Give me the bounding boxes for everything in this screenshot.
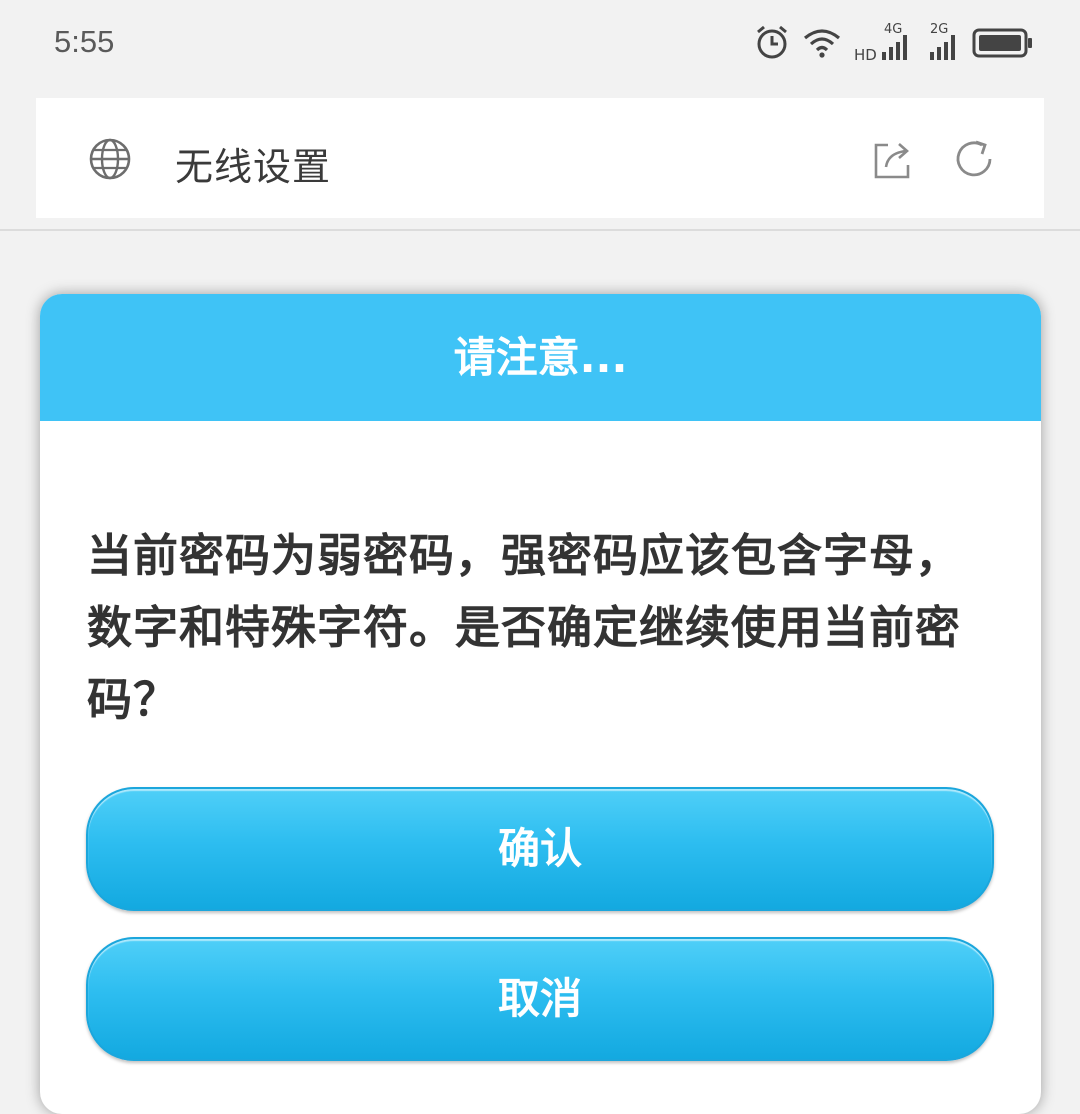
alert-dialog: 请注意... 当前密码为弱密码，强密码应该包含字母，数字和特殊字符。是否确定继续… xyxy=(40,294,1041,1114)
battery-icon xyxy=(972,28,1032,58)
share-icon[interactable] xyxy=(870,137,916,183)
status-bar: 5:55 HD 4G 2G xyxy=(0,0,1080,88)
2g-label: 2G xyxy=(930,22,948,37)
dialog-message: 当前密码为弱密码，强密码应该包含字母，数字和特殊字符。是否确定继续使用当前密码？ xyxy=(87,529,962,726)
hd-label: HD xyxy=(854,46,877,62)
page-title: 无线设置 xyxy=(175,145,332,189)
status-time: 5:55 xyxy=(54,24,115,59)
dialog-header: 请注意... xyxy=(40,294,1041,421)
wifi-icon xyxy=(803,29,841,58)
alarm-icon xyxy=(757,25,787,59)
dialog-title: 请注意... xyxy=(453,333,628,382)
reload-icon[interactable] xyxy=(952,137,998,183)
globe-icon[interactable] xyxy=(88,137,132,181)
divider xyxy=(0,229,1080,231)
signal-2g-icon: 2G xyxy=(930,22,955,60)
signal-4g-hd-icon: HD 4G xyxy=(854,22,907,62)
cancel-button[interactable]: 取消 xyxy=(86,937,994,1061)
confirm-button[interactable]: 确认 xyxy=(86,787,994,911)
4g-label: 4G xyxy=(884,22,902,37)
